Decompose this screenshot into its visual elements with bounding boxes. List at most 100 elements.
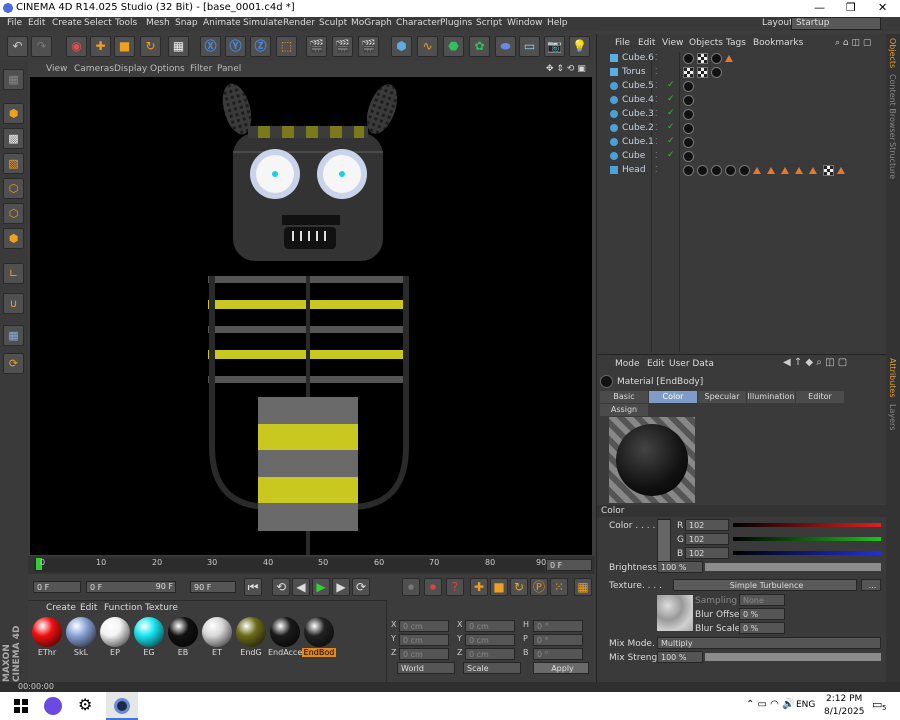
model-mode-icon[interactable]: ⬢ xyxy=(3,103,24,124)
start-icon[interactable] xyxy=(14,699,28,713)
language-indicator[interactable]: ENG xyxy=(796,700,815,710)
object-row[interactable]: Cube.3 ⁚ ✓ xyxy=(597,108,887,122)
x-axis-icon[interactable]: Ⓧ xyxy=(200,36,221,57)
render-settings-icon[interactable]: 🎬 xyxy=(358,36,379,57)
autokey-icon[interactable]: ⏺ xyxy=(424,578,442,596)
material-item[interactable]: EP xyxy=(98,617,132,661)
locked-workplane-icon[interactable]: ⟳ xyxy=(3,353,24,374)
menu-select[interactable]: Select xyxy=(84,18,112,28)
visibility-dots-icon[interactable]: ⁚ xyxy=(655,53,658,62)
tab-objects[interactable]: Objects xyxy=(888,38,897,68)
menu-create[interactable]: Create xyxy=(52,18,82,28)
start-frame-field[interactable]: 0 F xyxy=(33,581,81,593)
app-taskbar-icon[interactable] xyxy=(44,697,62,715)
material-tag-icon[interactable] xyxy=(683,151,694,162)
menu-help[interactable]: Help xyxy=(547,18,568,28)
object-name[interactable]: Torus xyxy=(622,67,646,77)
menu-render[interactable]: Render xyxy=(283,18,315,28)
tab-assign[interactable]: Assign xyxy=(600,404,648,416)
am-menu-user-data[interactable]: User Data xyxy=(669,359,714,369)
menu-snap[interactable]: Snap xyxy=(175,18,198,28)
cube-object-icon[interactable]: ⬢ xyxy=(391,36,412,57)
r-value-field[interactable]: 102 xyxy=(685,519,729,531)
visibility-dots-icon[interactable]: ⁚ xyxy=(655,151,658,160)
material-item[interactable]: ET xyxy=(200,617,234,661)
material-tag-icon[interactable] xyxy=(697,165,708,176)
recent-tools-icon[interactable]: ▦ xyxy=(168,36,189,57)
material-tag-icon[interactable] xyxy=(711,165,722,176)
material-tag-icon[interactable] xyxy=(683,81,694,92)
move-icon[interactable]: ✚ xyxy=(90,36,111,57)
g-value-field[interactable]: 102 xyxy=(685,533,729,545)
preview-max-field[interactable]: 90 F xyxy=(148,581,176,593)
visibility-dots-icon[interactable]: ⁚ xyxy=(655,95,658,104)
coordinate-system-icon[interactable]: ⬚ xyxy=(276,36,297,57)
blur-scale-field[interactable]: 0 % xyxy=(739,622,785,634)
axis-mode-icon[interactable]: ∟ xyxy=(3,263,24,284)
timeline-scheme-icon[interactable]: ▦ xyxy=(574,578,592,596)
clock-date[interactable]: 8/1/2025 xyxy=(824,707,864,717)
b-value-field[interactable]: 102 xyxy=(685,547,729,559)
material-item[interactable]: EB xyxy=(166,617,200,661)
phong-tag-icon[interactable] xyxy=(809,167,817,174)
coord-rotation-field[interactable]: 0 ° xyxy=(533,648,583,660)
g-slider[interactable] xyxy=(733,537,881,541)
coord-mode-select[interactable]: World xyxy=(397,662,455,674)
visibility-dots-icon[interactable]: ⁚ xyxy=(655,165,658,174)
light-icon[interactable]: 💡 xyxy=(569,36,590,57)
menu-mesh[interactable]: Mesh xyxy=(146,18,170,28)
object-name[interactable]: Cube.5 xyxy=(622,81,654,91)
menu-tools[interactable]: Tools xyxy=(115,18,137,28)
phong-tag-icon[interactable] xyxy=(837,167,845,174)
object-row[interactable]: Cube.5 ⁚ ✓ xyxy=(597,80,887,94)
material-tag-icon[interactable] xyxy=(683,137,694,148)
visibility-dots-icon[interactable]: ⁚ xyxy=(655,137,658,146)
polygons-mode-icon[interactable]: ⬢ xyxy=(3,228,24,249)
object-row[interactable]: Cube.4 ⁚ ✓ xyxy=(597,94,887,108)
enabled-check-icon[interactable]: ✓ xyxy=(667,94,675,104)
deformer-icon[interactable]: ⬬ xyxy=(495,36,516,57)
coord-size-field[interactable]: 0 cm xyxy=(465,620,515,632)
tab-editor[interactable]: Editor xyxy=(796,391,844,403)
spline-icon[interactable]: ∿ xyxy=(417,36,438,57)
viewport-navigation-icons[interactable]: ✥ ⇕ ⟲ ▣ xyxy=(546,64,586,74)
redo-icon[interactable]: ↷ xyxy=(31,36,52,57)
mix-strength-slider[interactable] xyxy=(705,653,881,661)
brightness-field[interactable]: 100 % xyxy=(657,561,703,573)
enabled-check-icon[interactable]: ✓ xyxy=(667,136,675,146)
mat-menu-texture[interactable]: Texture xyxy=(145,603,178,613)
camera-icon[interactable]: 📷 xyxy=(544,36,565,57)
phong-tag-icon[interactable] xyxy=(795,167,803,174)
render-picture-viewer-icon[interactable]: 🎬 xyxy=(332,36,353,57)
coord-position-field[interactable]: 0 cm xyxy=(399,620,449,632)
tab-attributes[interactable]: Attributes xyxy=(888,358,897,398)
points-mode-icon[interactable]: ⬡ xyxy=(3,178,24,199)
step-back-icon[interactable]: ◀ xyxy=(292,578,310,596)
menu-script[interactable]: Script xyxy=(476,18,502,28)
timeline-ruler[interactable]: 0 10 20 30 40 50 60 70 80 90 xyxy=(34,558,546,572)
tab-specular[interactable]: Specular xyxy=(698,391,746,403)
menu-mograph[interactable]: MoGraph xyxy=(351,18,392,28)
visibility-dots-icon[interactable]: ⁚ xyxy=(655,109,658,118)
om-search-icon[interactable]: ⌕ ⌂ ◫ ▢ xyxy=(835,38,871,48)
coord-size-field[interactable]: 0 cm xyxy=(465,648,515,660)
brightness-slider[interactable] xyxy=(705,563,881,571)
object-row[interactable]: Head ⁚ xyxy=(597,164,887,178)
tab-layers[interactable]: Layers xyxy=(888,404,897,430)
close-button[interactable]: ✕ xyxy=(878,1,887,14)
menu-file[interactable]: File xyxy=(7,18,22,28)
array-icon[interactable]: ✿ xyxy=(469,36,490,57)
material-item[interactable]: EndG xyxy=(234,617,268,661)
texture-mode-icon[interactable]: ▩ xyxy=(3,128,24,149)
coord-position-field[interactable]: 0 cm xyxy=(399,634,449,646)
menu-window[interactable]: Window xyxy=(507,18,543,28)
material-tag-icon[interactable] xyxy=(683,95,694,106)
material-item[interactable]: SkL xyxy=(64,617,98,661)
make-editable-icon[interactable]: ▦ xyxy=(3,69,24,90)
key-parameter-icon[interactable]: Ⓟ xyxy=(530,578,548,596)
sampling-select[interactable]: None xyxy=(739,594,785,606)
play-icon[interactable]: ▶ xyxy=(312,578,330,596)
b-slider[interactable] xyxy=(733,551,881,555)
material-tag-icon[interactable] xyxy=(683,123,694,134)
menu-character[interactable]: Character xyxy=(396,18,440,28)
